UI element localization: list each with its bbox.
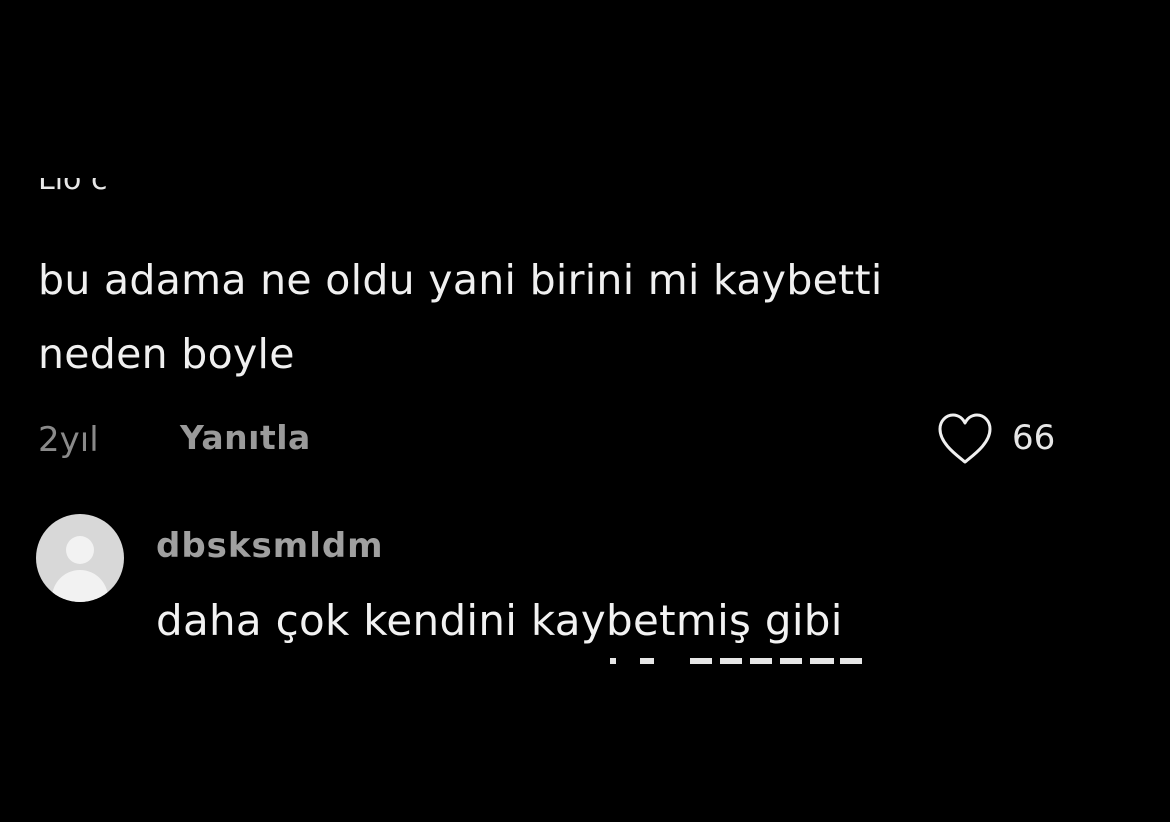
comment-text-line-1: bu adama ne oldu yani birini mi kaybetti: [38, 256, 883, 304]
like-control[interactable]: 66: [936, 412, 1076, 468]
default-avatar-icon[interactable]: [36, 514, 124, 602]
avatar-shoulders-shape: [52, 570, 108, 602]
clipped-previous-text: Lio c: [38, 178, 108, 197]
comment-meta-row: 2yıl Yanıtla 66: [38, 413, 1078, 464]
comments-screen: Lio c bu adama ne oldu yani birini mi ka…: [0, 0, 1170, 822]
heart-outline-icon[interactable]: [936, 412, 994, 466]
clipped-next-line-marks: [610, 658, 862, 664]
comment-body: bu adama ne oldu yani birini mi kaybetti…: [38, 243, 1098, 391]
reply-button[interactable]: Yanıtla: [180, 418, 311, 457]
clipped-next-line: [600, 656, 880, 664]
comment-text-line-2: neden boyle: [38, 330, 295, 378]
reply-username[interactable]: dbsksmldm: [156, 526, 384, 566]
clipped-previous-line: Lio c: [38, 178, 158, 204]
like-count: 66: [1012, 418, 1056, 458]
comment-timestamp: 2yıl: [38, 420, 99, 460]
reply-text: daha çok kendini kaybetmiş gibi: [156, 596, 843, 645]
avatar-head-shape: [66, 536, 94, 564]
reply-comment: dbsksmldm daha çok kendini kaybetmiş gib…: [36, 514, 1036, 674]
